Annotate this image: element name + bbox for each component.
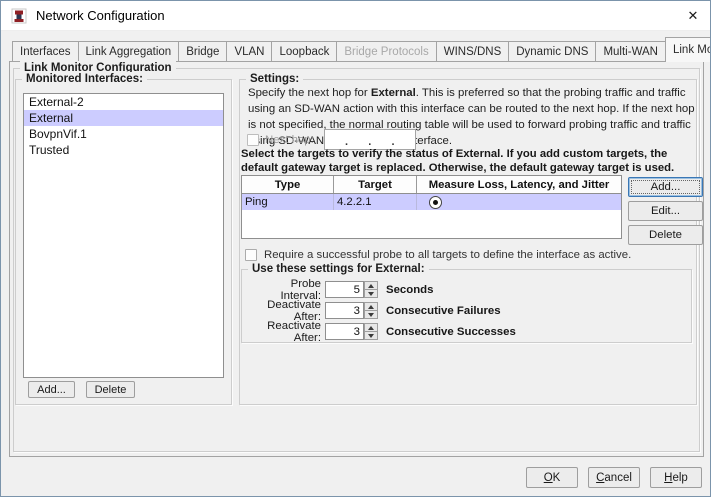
tab-link-monitor[interactable]: Link Monitor [664, 37, 710, 62]
header-measure: Measure Loss, Latency, and Jitter [428, 178, 610, 191]
probe-interval-unit: Seconds [386, 283, 434, 296]
tab-wins-dns[interactable]: WINS/DNS [435, 41, 510, 61]
cell-target: 4.2.2.1 [334, 194, 417, 210]
monitored-delete-button[interactable]: Delete [86, 381, 135, 398]
help-button[interactable]: Help [650, 467, 702, 488]
tab-bar: Interfaces Link Aggregation Bridge VLAN … [12, 37, 710, 62]
window-title: Network Configuration [36, 8, 165, 23]
spin-down-icon[interactable] [364, 289, 378, 298]
measure-radio[interactable] [429, 195, 442, 209]
deactivate-after-stepper [364, 302, 378, 319]
next-hop-checkbox[interactable] [247, 133, 259, 146]
probe-interval-stepper [364, 281, 378, 298]
use-settings-title: Use these settings for External: [248, 262, 429, 276]
spin-up-icon[interactable] [364, 302, 378, 310]
ok-button[interactable]: OK [526, 467, 578, 488]
tab-dynamic-dns[interactable]: Dynamic DNS [508, 41, 597, 61]
cancel-button[interactable]: Cancel [588, 467, 640, 488]
footer-buttons: OK Cancel Help [526, 467, 702, 488]
spin-up-icon[interactable] [364, 323, 378, 331]
tab-interfaces[interactable]: Interfaces [12, 41, 79, 61]
probe-interval-input[interactable]: 5 [325, 281, 364, 298]
target-add-button[interactable]: Add... [628, 177, 703, 197]
spin-down-icon[interactable] [364, 331, 378, 340]
tab-bridge-protocols: Bridge Protocols [336, 41, 437, 61]
spin-up-icon[interactable] [364, 281, 378, 289]
table-row[interactable]: Ping 4.2.2.1 [242, 194, 621, 210]
list-item-trusted[interactable]: Trusted [24, 142, 223, 158]
targets-description: Select the targets to verify the status … [241, 148, 675, 174]
deactivate-after-row: Deactivate After: 3 Consecutive Failures [247, 299, 501, 323]
header-target: Target [334, 176, 417, 193]
network-configuration-dialog: Network Configuration ✕ Interfaces Link … [0, 0, 711, 497]
list-item-bovpnvif-1[interactable]: BovpnVif.1 [24, 126, 223, 142]
target-edit-button[interactable]: Edit... [628, 201, 703, 221]
reactivate-after-stepper [364, 323, 378, 340]
require-probe-row: Require a successful probe to all target… [245, 247, 631, 263]
reactivate-after-unit: Consecutive Successes [386, 325, 516, 338]
require-probe-checkbox[interactable] [245, 249, 257, 261]
cell-measure [417, 194, 621, 210]
list-item-external-2[interactable]: External-2 [24, 94, 223, 110]
reactivate-after-input[interactable]: 3 [325, 323, 364, 340]
reactivate-after-row: Reactivate After: 3 Consecutive Successe… [247, 320, 516, 344]
close-icon[interactable]: ✕ [676, 1, 710, 31]
targets-table: Type Target Measure Loss, Latency, and J… [241, 175, 622, 239]
next-hop-label: Next hop: [265, 133, 314, 146]
deactivate-after-unit: Consecutive Failures [386, 304, 501, 317]
monitored-add-button[interactable]: Add... [28, 381, 75, 398]
require-probe-label: Require a successful probe to all target… [264, 249, 632, 261]
tab-loopback[interactable]: Loopback [271, 41, 338, 61]
monitored-interfaces-title: Monitored Interfaces: [22, 72, 147, 86]
spin-down-icon[interactable] [364, 310, 378, 319]
list-item-external[interactable]: External [24, 110, 223, 126]
tab-link-aggregation[interactable]: Link Aggregation [77, 41, 180, 61]
tab-vlan[interactable]: VLAN [226, 41, 273, 61]
tab-bridge[interactable]: Bridge [178, 41, 228, 61]
reactivate-after-label: Reactivate After: [267, 319, 321, 344]
probe-interval-row: Probe Interval: 5 Seconds [247, 278, 434, 302]
deactivate-after-input[interactable]: 3 [325, 302, 364, 319]
header-type: Type [242, 176, 334, 193]
cell-type: Ping [242, 194, 334, 210]
monitored-interfaces-list[interactable]: External-2 External BovpnVif.1 Trusted [23, 93, 224, 378]
app-icon [11, 8, 27, 24]
title-bar: Network Configuration ✕ [1, 1, 710, 31]
target-delete-button[interactable]: Delete [628, 225, 703, 245]
tab-multi-wan[interactable]: Multi-WAN [595, 41, 666, 61]
settings-title: Settings: [246, 72, 304, 86]
targets-table-header: Type Target Measure Loss, Latency, and J… [242, 176, 621, 194]
